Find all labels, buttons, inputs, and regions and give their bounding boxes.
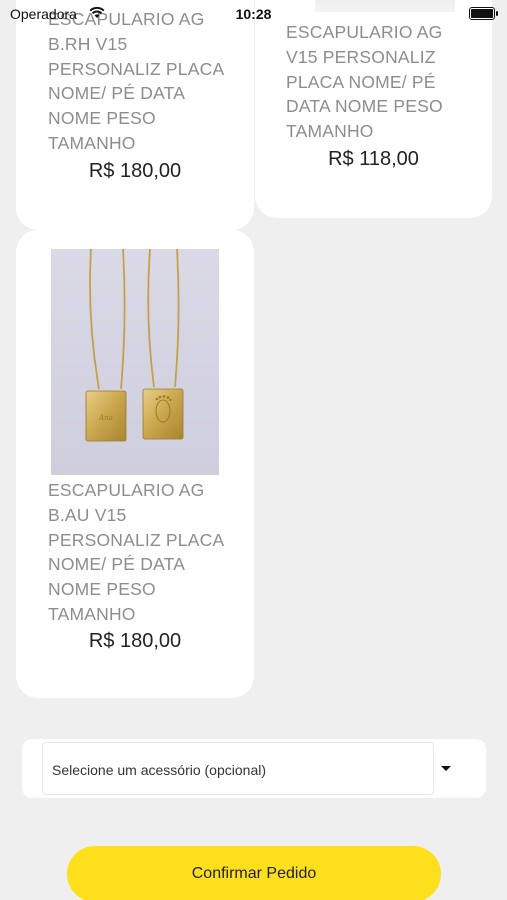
battery-icon xyxy=(469,7,498,20)
accessory-select[interactable]: Selecione um acessório (opcional) xyxy=(42,742,434,795)
product-card[interactable]: Ana ESCAPULARIO AG B.AU V15 PERSONALIZ P… xyxy=(16,230,254,698)
accessory-select-value: Selecione um acessório (opcional) xyxy=(52,762,266,778)
clock: 10:28 xyxy=(235,6,272,22)
product-card[interactable]: ESCAPULARIO AG V15 PERSONALIZ PLACA NOME… xyxy=(255,0,492,218)
product-price: R$ 118,00 xyxy=(328,148,419,170)
product-price: R$ 180,00 xyxy=(88,160,182,182)
status-bar: Operadora 10:28 xyxy=(0,0,507,28)
confirm-order-label: Confirmar Pedido xyxy=(191,865,317,882)
svg-text:Ana: Ana xyxy=(98,414,113,422)
product-name: ESCAPULARIO AG B.AU V15 PERSONALIZ PLACA… xyxy=(48,480,224,624)
confirm-order-button[interactable]: Confirmar Pedido xyxy=(67,846,441,900)
caret-down-icon[interactable] xyxy=(441,766,451,771)
product-image: Ana xyxy=(51,249,219,475)
product-name: ESCAPULARIO AG B.RH V15 PERSONALIZ PLACA… xyxy=(48,9,224,153)
product-price: R$ 180,00 xyxy=(88,630,182,652)
product-name: ESCAPULARIO AG V15 PERSONALIZ PLACA NOME… xyxy=(286,22,443,142)
product-card[interactable]: ESCAPULARIO AG B.RH V15 PERSONALIZ PLACA… xyxy=(16,0,254,230)
accessory-select-container: Selecione um acessório (opcional) xyxy=(22,739,486,798)
